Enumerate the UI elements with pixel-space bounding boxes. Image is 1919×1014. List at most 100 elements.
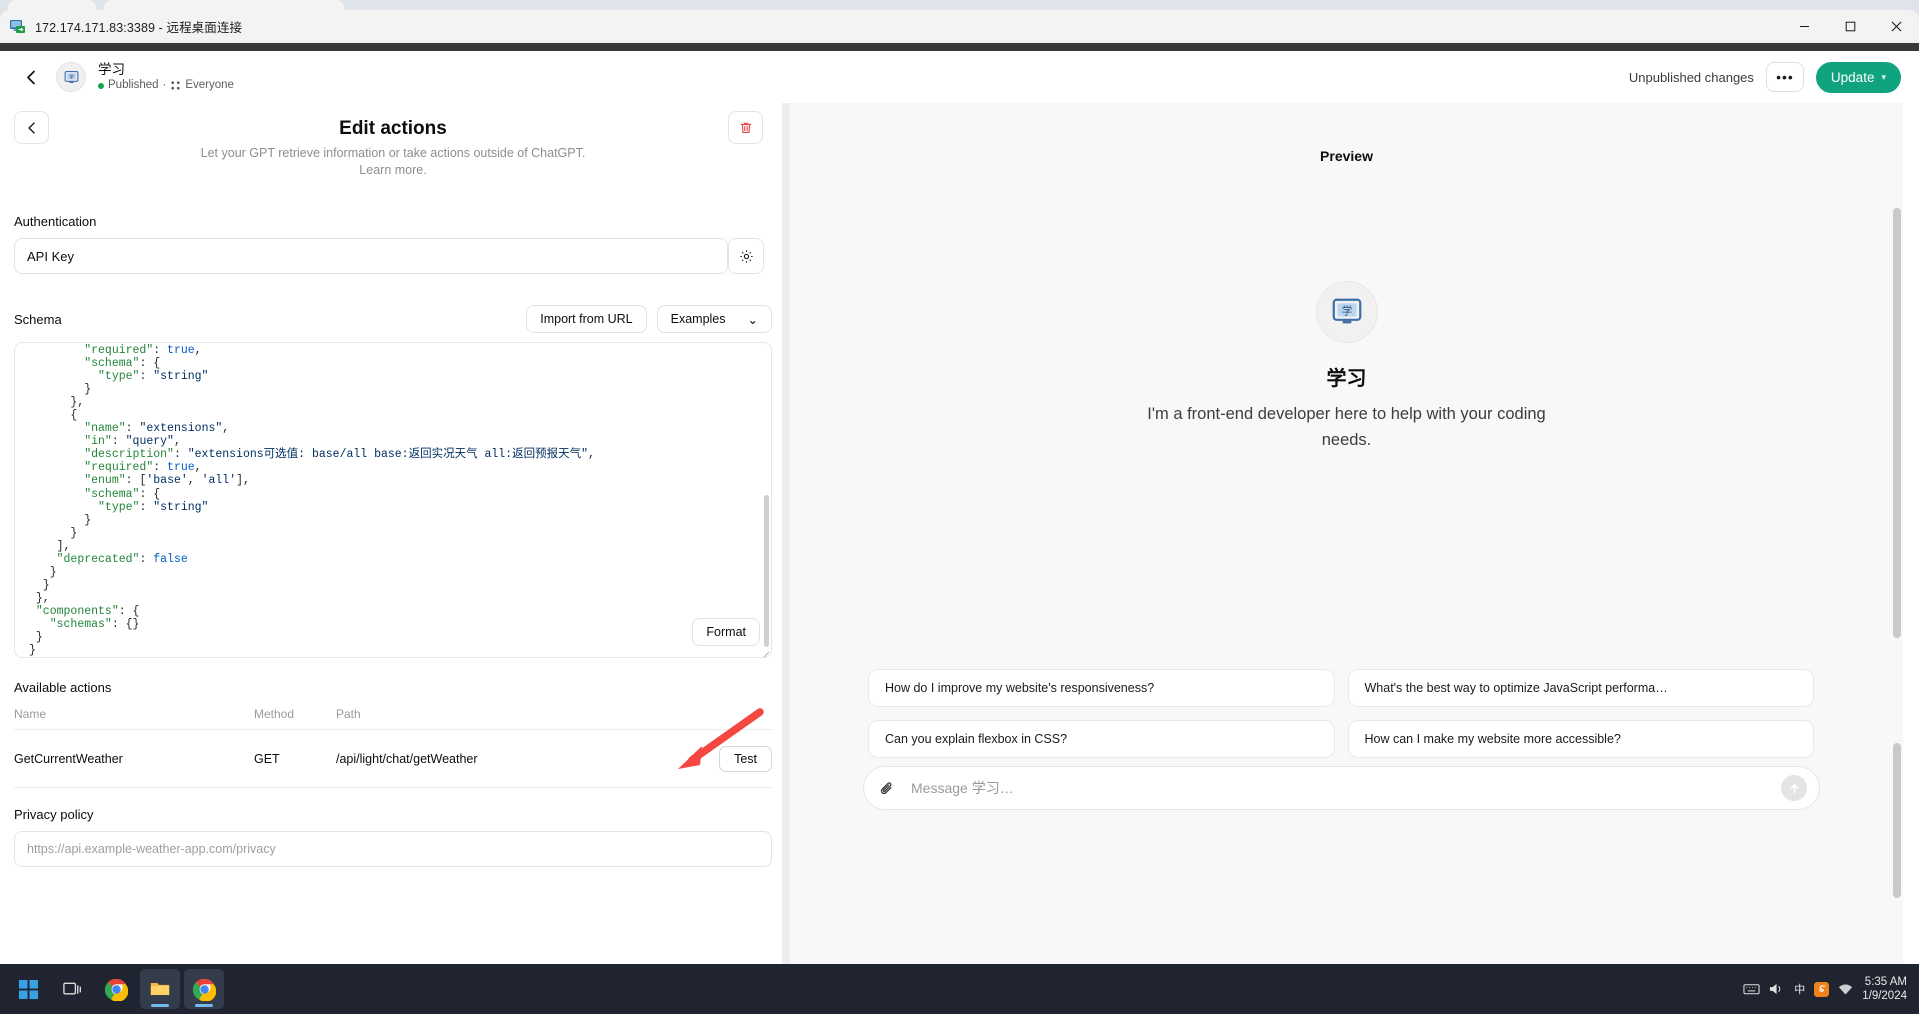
format-button[interactable]: Format — [692, 618, 760, 646]
available-actions-table: Name Method Path GetCurrentWeather GET /… — [14, 707, 772, 788]
schema-header-actions: Import from URL Examples ⌄ — [526, 305, 772, 333]
schema-scrollbar[interactable] — [764, 495, 769, 647]
schema-code-editor[interactable]: "required": true, "schema": { "type": "s… — [14, 342, 772, 658]
clock-date: 1/9/2024 — [1862, 989, 1907, 1003]
people-icon — [170, 80, 181, 91]
chevron-left-icon[interactable] — [18, 64, 44, 90]
message-input[interactable]: Message 学习… — [911, 778, 1781, 798]
avatar: 学 — [56, 62, 86, 92]
update-button[interactable]: Update ▾ — [1816, 62, 1901, 93]
action-name-cell: GetCurrentWeather — [14, 730, 254, 788]
status-separator: · — [163, 78, 167, 93]
resize-handle[interactable] — [760, 646, 770, 656]
column-header-method: Method — [254, 707, 336, 730]
starter-prompt-3[interactable]: Can you explain flexbox in CSS? — [868, 720, 1335, 758]
table-header-row: Name Method Path — [14, 707, 772, 730]
maximize-button[interactable] — [1827, 10, 1873, 43]
window-title: 172.174.171.83:3389 - 远程桌面连接 — [35, 17, 242, 36]
ime-tray-indicator[interactable]: 中 — [1794, 981, 1805, 997]
schema-section: Schema Import from URL Examples ⌄ "requi… — [0, 304, 786, 658]
preview-column: Preview 学 学习 I'm a front-end developer h… — [790, 103, 1903, 964]
table-row: GetCurrentWeather GET /api/light/chat/ge… — [14, 730, 772, 788]
authentication-row: API Key — [14, 238, 772, 274]
starter-prompt-4[interactable]: How can I make my website more accessibl… — [1348, 720, 1815, 758]
keyboard-tray-icon[interactable] — [1743, 982, 1760, 996]
preview-avatar: 学 — [1316, 281, 1378, 343]
taskbar-items — [0, 969, 224, 1009]
network-tray-icon[interactable] — [1838, 983, 1853, 996]
editor-header: Edit actions Let your GPT retrieve infor… — [0, 103, 786, 181]
sogou-tray-icon[interactable] — [1814, 982, 1829, 997]
actions-editor-column: Edit actions Let your GPT retrieve infor… — [0, 103, 786, 964]
taskbar-active-indicator — [151, 1004, 169, 1007]
preview-gpt-name: 学习 — [1327, 362, 1367, 391]
column-header-name: Name — [14, 707, 254, 730]
gear-icon — [739, 249, 754, 264]
start-button[interactable] — [8, 969, 48, 1009]
taskbar-clock[interactable]: 5:35 AM 1/9/2024 — [1862, 975, 1907, 1003]
test-button[interactable]: Test — [719, 746, 772, 772]
update-button-label: Update — [1831, 70, 1875, 85]
authentication-section: Authentication API Key — [0, 214, 786, 274]
examples-dropdown[interactable]: Examples ⌄ — [657, 305, 772, 333]
preview-title: Preview — [790, 103, 1903, 164]
svg-text:学: 学 — [1341, 305, 1352, 318]
starter-prompts: How do I improve my website's responsive… — [868, 669, 1814, 758]
preview-intro: 学 学习 I'm a front-end developer here to h… — [790, 281, 1903, 453]
examples-dropdown-label: Examples — [671, 312, 726, 326]
gpt-editor-page: 学 学习 Published · Everyone — [0, 43, 1919, 964]
schema-code-scroll: "required": true, "schema": { "type": "s… — [15, 343, 771, 657]
authentication-value[interactable]: API Key — [14, 238, 728, 274]
appbar-actions: Unpublished changes ••• Update ▾ — [1629, 62, 1901, 93]
chevron-down-icon: ▾ — [1881, 72, 1886, 83]
trash-icon — [739, 121, 753, 135]
action-test-cell: Test — [680, 730, 772, 788]
preview-scrollbar[interactable] — [1893, 208, 1901, 638]
chrome-window-taskbar-icon[interactable] — [184, 969, 224, 1009]
delete-action-button[interactable] — [728, 111, 763, 144]
schema-label: Schema — [14, 312, 62, 327]
starter-prompt-2[interactable]: What's the best way to optimize JavaScri… — [1348, 669, 1815, 707]
preview-scrollbar-secondary[interactable] — [1893, 743, 1901, 898]
privacy-policy-section: Privacy policy https://api.example-weath… — [0, 807, 786, 867]
authentication-label: Authentication — [14, 214, 772, 229]
gpt-meta: 学习 Published · Everyone — [98, 61, 234, 93]
window-titlebar: 172.174.171.83:3389 - 远程桌面连接 — [0, 10, 1919, 43]
speaker-tray-icon[interactable] — [1769, 982, 1785, 996]
svg-text:学: 学 — [68, 73, 73, 80]
clock-time: 5:35 AM — [1862, 975, 1907, 989]
send-button[interactable] — [1781, 775, 1807, 801]
audience-label: Everyone — [185, 78, 234, 93]
learn-more-link[interactable]: Learn more. — [0, 162, 786, 179]
chrome-taskbar-icon[interactable] — [96, 969, 136, 1009]
more-options-button[interactable]: ••• — [1766, 62, 1804, 92]
privacy-policy-input[interactable]: https://api.example-weather-app.com/priv… — [14, 831, 772, 867]
remote-desktop-window: 172.174.171.83:3389 - 远程桌面连接 — [0, 0, 1919, 1014]
available-actions-label: Available actions — [14, 680, 772, 695]
editor-back-button[interactable] — [14, 111, 49, 144]
starter-prompt-1[interactable]: How do I improve my website's responsive… — [868, 669, 1335, 707]
file-explorer-taskbar-icon[interactable] — [140, 969, 180, 1009]
system-tray: 中 5:35 AM 1/9/2024 — [1743, 975, 1919, 1003]
windows-taskbar: 中 5:35 AM 1/9/2024 — [0, 964, 1919, 1014]
published-dot-icon — [98, 83, 104, 89]
authentication-settings-button[interactable] — [728, 238, 764, 274]
action-path-cell: /api/light/chat/getWeather — [336, 730, 680, 788]
task-view-button[interactable] — [52, 969, 92, 1009]
close-button[interactable] — [1873, 10, 1919, 43]
unpublished-changes-label: Unpublished changes — [1629, 70, 1754, 85]
available-actions-section: Available actions Name Method Path GetCu… — [0, 680, 786, 788]
gpt-status-line: Published · Everyone — [98, 78, 234, 93]
taskbar-active-indicator — [195, 1004, 213, 1007]
browser-chrome-strip — [0, 43, 1919, 51]
message-composer[interactable]: Message 学习… — [863, 766, 1820, 810]
remote-desktop-icon — [9, 18, 26, 35]
page-title: Edit actions — [0, 111, 786, 142]
paperclip-icon[interactable] — [876, 777, 898, 799]
schema-header: Schema Import from URL Examples ⌄ — [14, 304, 772, 334]
import-from-url-button[interactable]: Import from URL — [526, 305, 646, 333]
column-header-actions — [680, 707, 772, 730]
preview-tagline: I'm a front-end developer here to help w… — [1127, 401, 1567, 453]
privacy-policy-label: Privacy policy — [14, 807, 772, 822]
minimize-button[interactable] — [1781, 10, 1827, 43]
